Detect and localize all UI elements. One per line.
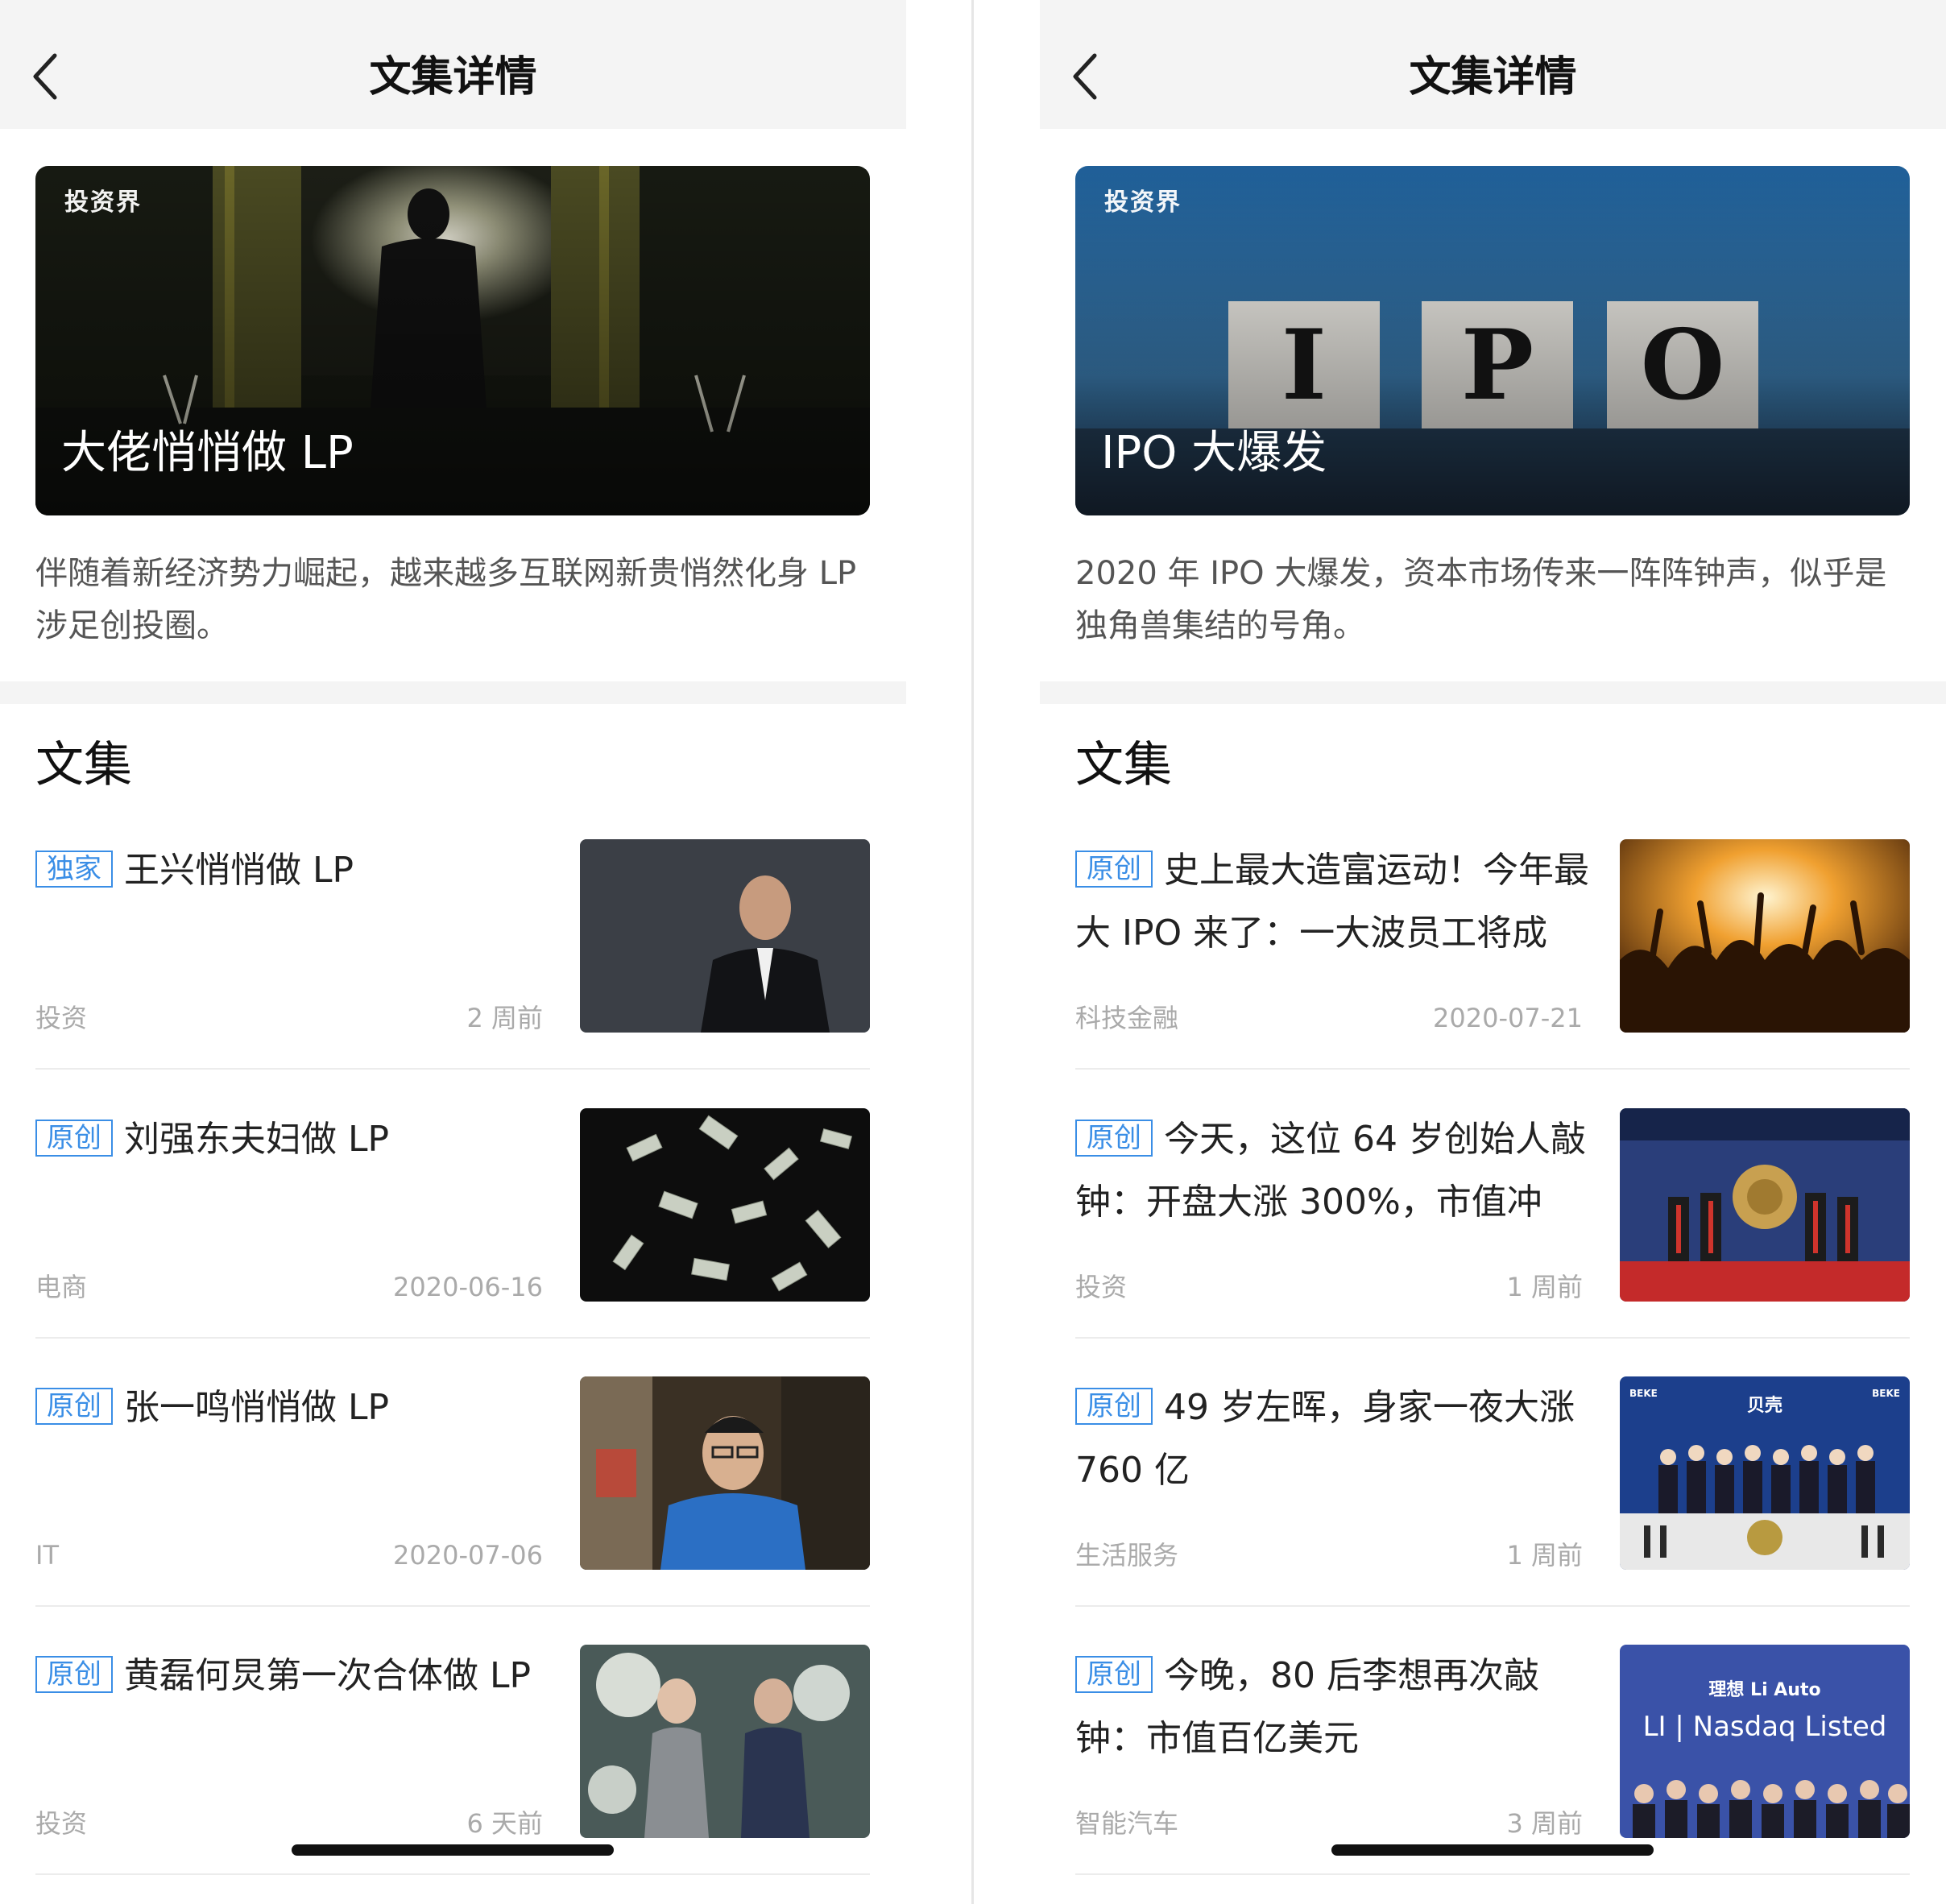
crowd-concert-photo bbox=[1620, 839, 1910, 1033]
article-item[interactable]: 原创 今天，这位 64 岁创始人敲钟：开盘大涨 300%，市值冲 投资 1 周前 bbox=[1075, 1108, 1910, 1377]
divider bbox=[35, 1873, 870, 1875]
article-item[interactable]: 原创 49 岁左晖，身家一夜大涨 760 亿 生活服务 1 周前 贝壳 BEKE… bbox=[1075, 1376, 1910, 1645]
article-category: 投资 bbox=[35, 1003, 88, 1033]
section-title: 文集 bbox=[1075, 737, 1172, 793]
article-category: 科技金融 bbox=[1075, 1003, 1179, 1033]
article-time: 2020-06-16 bbox=[393, 1272, 543, 1302]
article-tag: 原创 bbox=[35, 1388, 113, 1425]
article-time: 2020-07-06 bbox=[393, 1540, 543, 1571]
home-indicator[interactable] bbox=[292, 1844, 614, 1856]
article-tag: 原创 bbox=[1075, 1120, 1153, 1157]
article-time: 3 周前 bbox=[1506, 1808, 1583, 1839]
article-tag: 原创 bbox=[1075, 1656, 1153, 1693]
article-title-block: 独家 王兴悄悄做 LP bbox=[35, 839, 559, 902]
collection-cover: I P O 投资界 IPO 大爆发 bbox=[1075, 166, 1910, 515]
section-title: 文集 bbox=[35, 737, 132, 793]
page-title: 文集详情 bbox=[1409, 53, 1577, 101]
article-title: 张一鸣悄悄做 LP bbox=[124, 1387, 390, 1428]
article-item[interactable]: 原创 刘强东夫妇做 LP 电商 2020-06-16 bbox=[35, 1108, 870, 1377]
article-thumbnail: 理想 Li Auto LI | Nasdaq Listed bbox=[1620, 1645, 1910, 1838]
collection-description: 伴随着新经济势力崛起，越来越多互联网新贵悄然化身 LP 涉足创投圈。 bbox=[35, 555, 857, 644]
cover-letter: O bbox=[1640, 308, 1725, 422]
cover-letter: P bbox=[1460, 308, 1534, 422]
article-item[interactable]: 独家 王兴悄悄做 LP 投资 2 周前 bbox=[35, 839, 870, 1108]
article-tag: 原创 bbox=[1075, 1388, 1153, 1425]
bell-ringing-photo bbox=[1620, 1108, 1910, 1302]
two-people-photo bbox=[580, 1645, 870, 1838]
portrait-photo bbox=[580, 1376, 870, 1570]
article-time: 2 周前 bbox=[466, 1003, 543, 1033]
article-time: 1 周前 bbox=[1506, 1540, 1583, 1571]
article-item[interactable]: 原创 张一鸣悄悄做 LP IT 2020-07-06 bbox=[35, 1376, 870, 1645]
right-screen: 文集详情 I P O 投资界 IPO 大爆发 2020 年 IPO 大爆发，资本… bbox=[1040, 0, 1946, 1904]
article-thumbnail bbox=[580, 1108, 870, 1302]
article-title-block: 原创 今晚，80 后李想再次敲钟：市值百亿美元 bbox=[1075, 1645, 1599, 1770]
article-time: 1 周前 bbox=[1506, 1272, 1583, 1302]
article-category: 投资 bbox=[1075, 1272, 1128, 1302]
section-gap bbox=[1040, 681, 1946, 704]
screen-divider bbox=[971, 0, 974, 1904]
section-gap bbox=[0, 681, 906, 704]
divider bbox=[35, 1337, 870, 1339]
cover-title: 大佬悄悄做 LP bbox=[61, 427, 354, 479]
cover-letter: I bbox=[1281, 308, 1327, 422]
divider bbox=[1075, 1873, 1910, 1875]
thumb-ticker-right: BEKE bbox=[1872, 1388, 1900, 1399]
article-thumbnail bbox=[1620, 1108, 1910, 1302]
cover-title: IPO 大爆发 bbox=[1101, 427, 1327, 479]
collection-cover: 投资界 大佬悄悄做 LP bbox=[35, 166, 870, 515]
divider bbox=[1075, 1337, 1910, 1339]
left-screen: 文集详情 投资界 大佬悄悄做 LP 伴随着新经济势力崛起，越来越多互联网新贵悄然… bbox=[0, 0, 906, 1904]
article-thumbnail bbox=[580, 1645, 870, 1838]
page-title: 文集详情 bbox=[369, 53, 537, 101]
article-category: 投资 bbox=[35, 1808, 88, 1839]
article-category: 智能汽车 bbox=[1075, 1808, 1179, 1839]
portrait-photo bbox=[580, 839, 870, 1033]
article-title: 刘强东夫妇做 LP bbox=[124, 1119, 390, 1160]
article-title-block: 原创 今天，这位 64 岁创始人敲钟：开盘大涨 300%，市值冲 bbox=[1075, 1108, 1599, 1234]
divider bbox=[1075, 1068, 1910, 1070]
brand-logo: 投资界 bbox=[1104, 188, 1182, 217]
article-title-block: 原创 黄磊何炅第一次合体做 LP bbox=[35, 1645, 559, 1707]
article-tag: 独家 bbox=[35, 851, 113, 888]
article-title: 黄磊何炅第一次合体做 LP bbox=[124, 1655, 532, 1696]
article-tag: 原创 bbox=[35, 1656, 113, 1693]
article-category: 电商 bbox=[35, 1272, 88, 1302]
article-item[interactable]: 原创 黄磊何炅第一次合体做 LP 投资 6 天前 bbox=[35, 1645, 870, 1904]
article-thumbnail: 贝壳 BEKE BEKE bbox=[1620, 1376, 1910, 1570]
collection-description: 2020 年 IPO 大爆发，资本市场传来一阵阵钟声，似乎是独角兽集结的号角。 bbox=[1075, 555, 1887, 644]
flying-money-photo bbox=[580, 1108, 870, 1302]
article-title: 王兴悄悄做 LP bbox=[124, 850, 354, 891]
article-item[interactable]: 原创 史上最大造富运动！今年最大 IPO 来了：一大波员工将成 科技金融 2020… bbox=[1075, 839, 1910, 1108]
article-tag: 原创 bbox=[35, 1120, 113, 1157]
article-category: 生活服务 bbox=[1075, 1540, 1179, 1571]
divider bbox=[35, 1605, 870, 1607]
article-item[interactable]: 原创 今晚，80 后李想再次敲钟：市值百亿美元 智能汽车 3 周前 理想 Li … bbox=[1075, 1645, 1910, 1904]
brand-logo: 投资界 bbox=[64, 188, 142, 217]
article-time: 2020-07-21 bbox=[1433, 1003, 1583, 1033]
thumb-logo-text: 贝壳 bbox=[1746, 1396, 1782, 1416]
divider bbox=[35, 1068, 870, 1070]
home-indicator[interactable] bbox=[1331, 1844, 1654, 1856]
article-title-block: 原创 张一鸣悄悄做 LP bbox=[35, 1376, 559, 1439]
thumb-brand-text: 理想 Li Auto bbox=[1708, 1680, 1821, 1700]
article-time: 6 天前 bbox=[466, 1808, 543, 1839]
divider bbox=[1075, 1605, 1910, 1607]
article-title-block: 原创 49 岁左晖，身家一夜大涨 760 亿 bbox=[1075, 1376, 1599, 1502]
article-title-block: 原创 史上最大造富运动！今年最大 IPO 来了：一大波员工将成 bbox=[1075, 839, 1599, 965]
nav-bar: 文集详情 bbox=[1040, 0, 1946, 129]
article-tag: 原创 bbox=[1075, 851, 1153, 888]
article-category: IT bbox=[35, 1540, 59, 1571]
nav-bar: 文集详情 bbox=[0, 0, 906, 129]
article-thumbnail bbox=[580, 1376, 870, 1570]
article-thumbnail bbox=[1620, 839, 1910, 1033]
article-thumbnail bbox=[580, 839, 870, 1033]
article-title-block: 原创 刘强东夫妇做 LP bbox=[35, 1108, 559, 1171]
thumb-exchange-text: LI | Nasdaq Listed bbox=[1642, 1711, 1887, 1743]
thumb-ticker-left: BEKE bbox=[1629, 1388, 1658, 1399]
